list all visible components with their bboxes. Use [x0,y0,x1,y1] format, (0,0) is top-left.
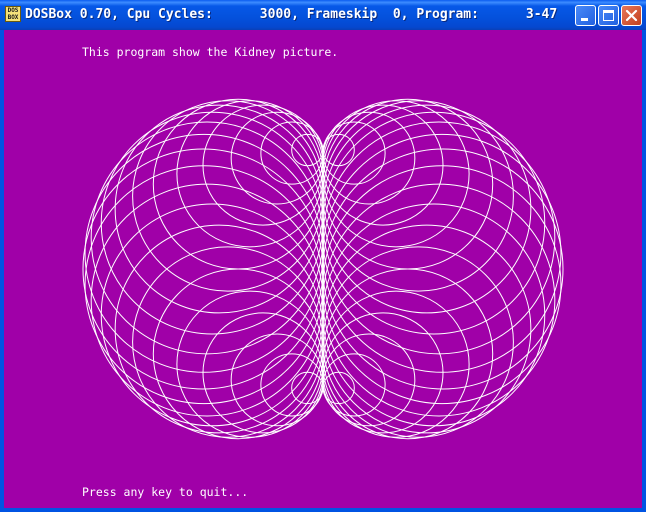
icon-label-bottom: BOX [7,14,19,21]
kidney-circle [322,148,564,390]
maximize-button[interactable] [598,5,619,26]
quit-prompt: Press any key to quit... [82,485,249,499]
kidney-circle [322,246,514,438]
kidney-circle [322,111,546,335]
kidney-circle [322,224,532,434]
dosbox-window: DOS BOX DOSBox 0.70, Cpu Cycles: 3000, F… [0,0,646,512]
kidney-circle [90,183,324,417]
kidney-circle [114,224,324,434]
kidney-circle [132,246,324,438]
dos-screen[interactable]: This program show the Kidney picture. Pr… [4,30,642,508]
minimize-button[interactable] [575,5,596,26]
icon-label-top: DOS [7,7,19,14]
window-title: DOSBox 0.70, Cpu Cycles: 3000, Frameskip… [25,7,558,22]
kidney-circle [100,203,324,427]
kidney-circle [322,121,556,355]
close-icon [625,9,638,22]
kidney-circle [291,133,324,167]
kidney-figure [82,98,564,440]
kidney-circle [100,111,324,335]
kidney-circle [322,183,556,417]
title-bar[interactable]: DOS BOX DOSBox 0.70, Cpu Cycles: 3000, F… [0,0,646,30]
kidney-circle [82,148,324,390]
dosbox-app-icon[interactable]: DOS BOX [5,6,21,22]
kidney-circle [114,104,324,314]
kidney-circle [322,371,355,405]
maximize-icon [603,10,614,21]
kidney-circle [90,121,324,355]
close-button[interactable] [621,5,642,26]
kidney-circle [322,100,514,292]
minimize-icon [581,18,588,21]
kidney-circle [322,203,546,427]
kidney-circle [322,104,532,314]
kidney-circle [132,100,324,292]
